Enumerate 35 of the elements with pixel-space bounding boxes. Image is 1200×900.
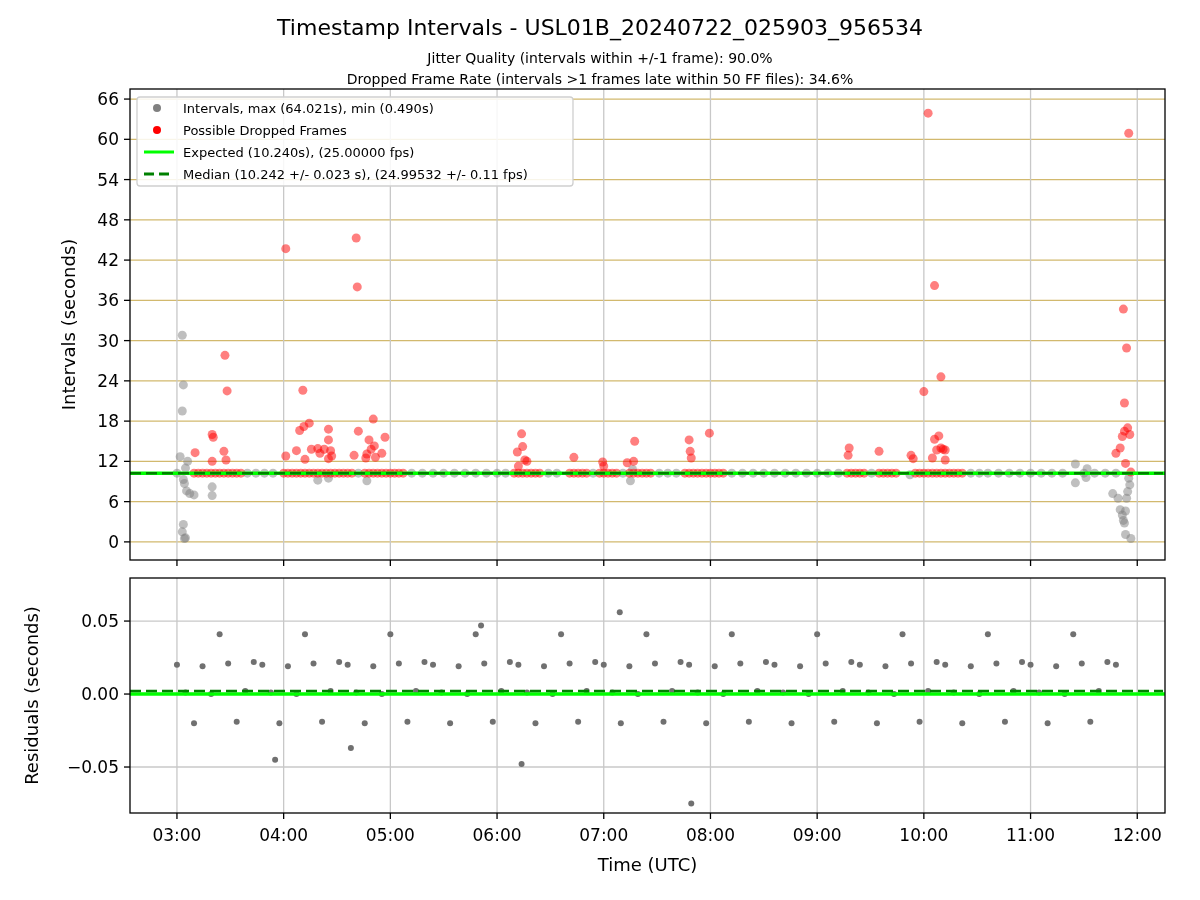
tick-label: 12:00 [1112,825,1162,845]
tick-label: 07:00 [579,825,629,845]
tick-label: 66 [97,89,119,110]
tick-label: 60 [97,129,119,150]
tick-label: 0.05 [81,611,119,632]
tick-label: 30 [97,330,119,351]
axis-label: Time (UTC) [597,854,698,875]
tick-label: 18 [97,411,119,432]
tick-label: 48 [97,209,119,230]
tick-label: 04:00 [259,825,309,845]
tick-label: 24 [97,370,119,391]
chart-subtitle: Jitter Quality (intervals within +/-1 frame): 90.0% [427,49,773,67]
chart-title: Timestamp Intervals - USL01B_20240722_025903_956534 [277,14,923,42]
legend-label: Possible Dropped Frames [183,123,347,138]
chart-subtitle: Dropped Frame Rate (intervals >1 frames late within 50 FF files): 34.6% [346,70,854,88]
tick-label: 10:00 [899,825,949,845]
tick-label: 11:00 [1006,825,1056,845]
tick-label: 09:00 [792,825,842,845]
legend-label: Expected (10.240s), (25.00000 fps) [183,145,415,160]
tick-label: 08:00 [685,825,735,845]
tick-label: −0.05 [66,757,119,777]
tick-label: 12 [97,451,119,472]
tick-label: 03:00 [152,825,202,845]
axis-label: Residuals (seconds) [21,606,42,785]
legend-label: Median (10.242 +/- 0.023 s), (24.99532 +/- 0.11 fps) [183,167,528,182]
tick-label: 06:00 [472,825,522,845]
tick-label: 6 [108,491,119,512]
tick-label: 0.00 [81,684,119,705]
tick-label: 0 [108,531,119,552]
axis-label: Intervals (seconds) [58,238,79,411]
tick-label: 42 [97,250,119,271]
tick-label: 54 [97,169,119,190]
tick-label: 05:00 [365,825,415,845]
tick-label: 36 [97,290,119,311]
legend-label: Intervals, max (64.021s), min (0.490s) [183,101,434,116]
